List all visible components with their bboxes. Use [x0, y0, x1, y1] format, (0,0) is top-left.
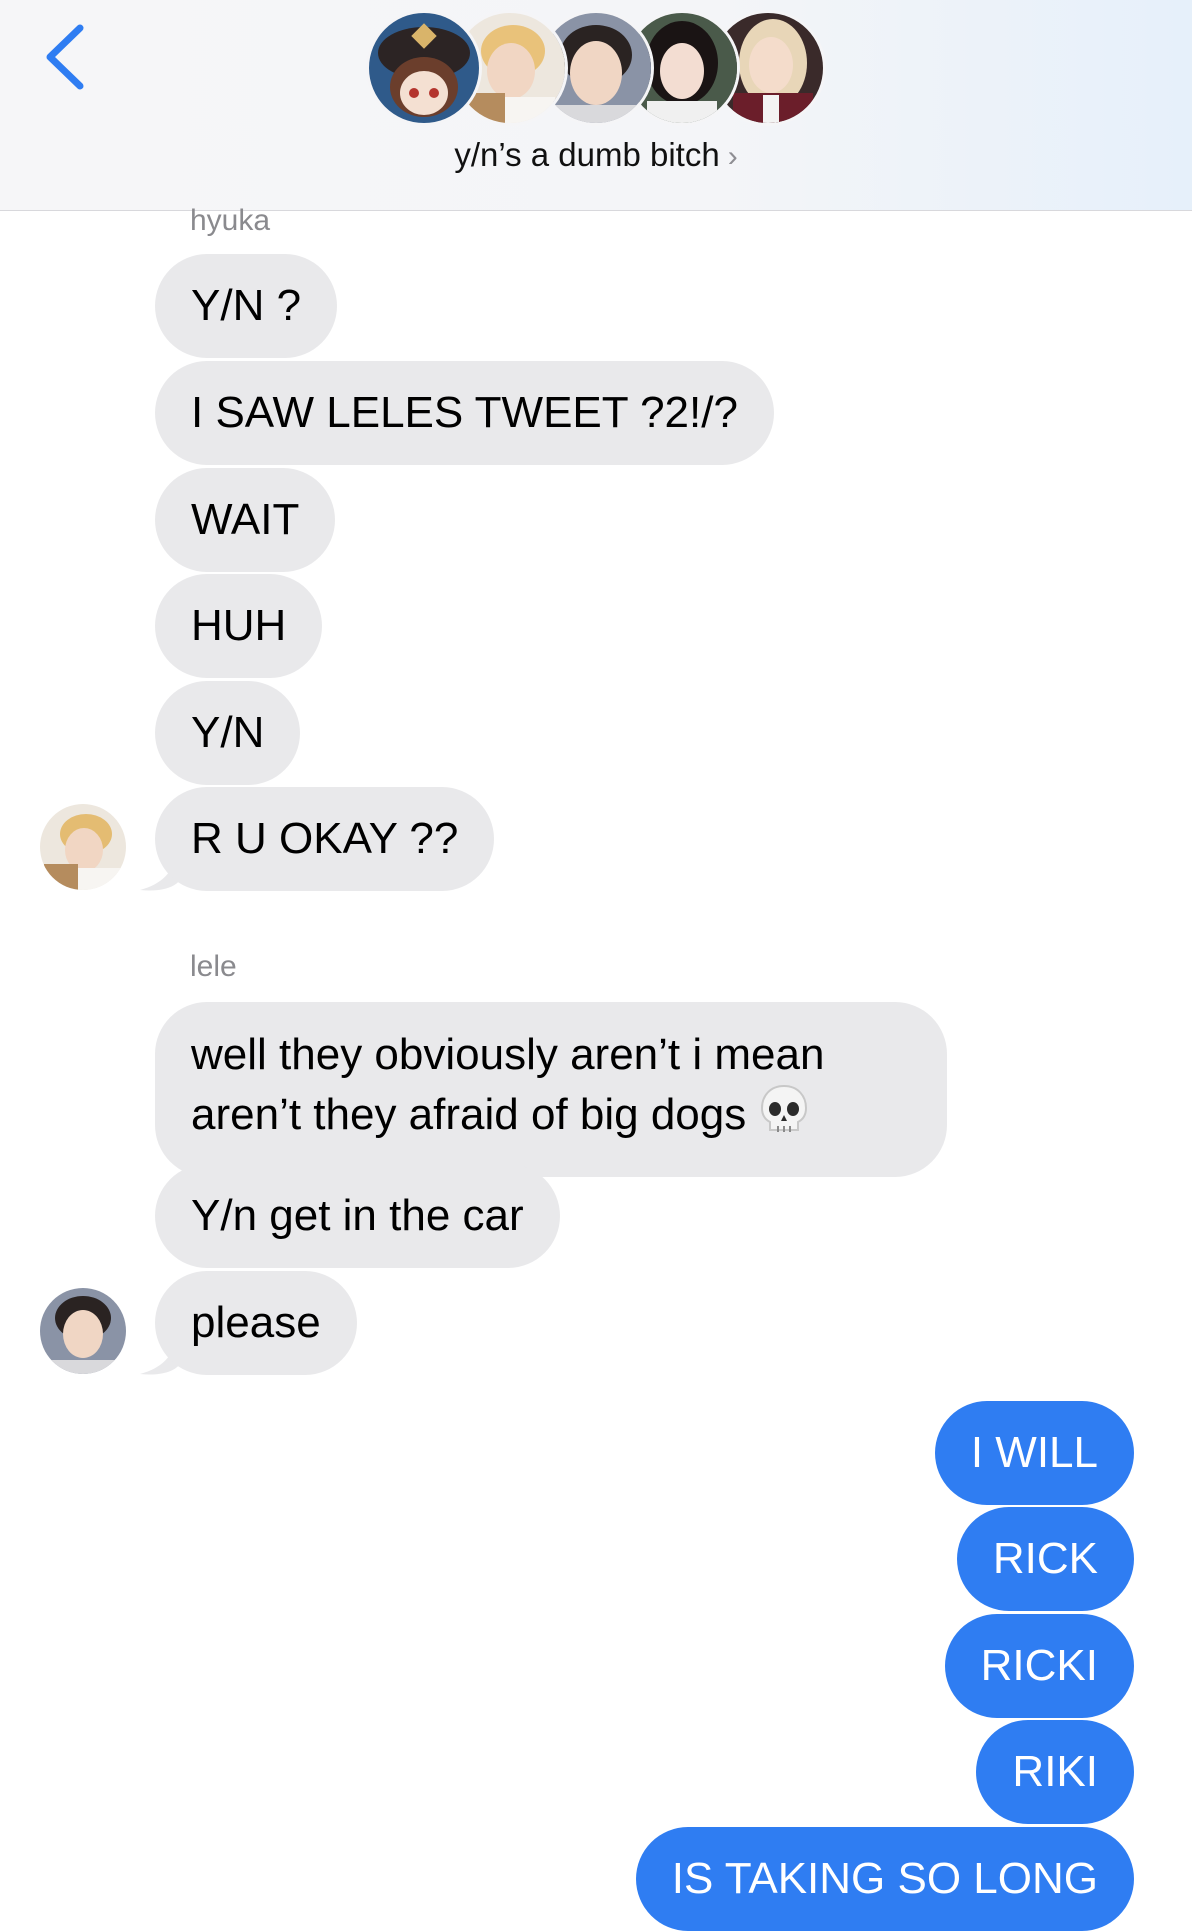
message-bubble[interactable]: HUH — [155, 574, 323, 678]
chevron-right-icon: › — [727, 140, 738, 173]
message-bubble[interactable]: I SAW LELES TWEET ?2!/? — [155, 361, 774, 465]
avatar-lele[interactable] — [40, 1288, 126, 1374]
message-bubble[interactable]: WAIT — [155, 468, 336, 572]
avatar-anime-hat — [366, 10, 482, 126]
message-bubble[interactable]: R U OKAY ?? — [155, 787, 495, 891]
avatar-hyuka[interactable] — [40, 804, 126, 890]
group-title-text: y/n’s a dumb bitch — [454, 136, 720, 173]
skull-emoji-icon — [760, 1084, 808, 1151]
outgoing-message-bubble[interactable]: RIKI — [976, 1720, 1134, 1824]
sender-name-hyuka: hyuka — [190, 204, 271, 237]
message-bubble[interactable]: please — [155, 1271, 357, 1375]
message-bubble[interactable]: Y/N ? — [155, 254, 338, 358]
conversation-header: y/n’s a dumb bitch › — [0, 0, 1192, 211]
group-title[interactable]: y/n’s a dumb bitch › — [0, 136, 1192, 174]
group-avatars[interactable] — [366, 10, 826, 128]
message-text: well they obviously aren’t i mean aren’t… — [191, 1030, 825, 1140]
outgoing-message-bubble[interactable]: RICK — [956, 1507, 1134, 1611]
message-bubble[interactable]: well they obviously aren’t i mean aren’t… — [155, 1002, 947, 1177]
message-bubble[interactable]: Y/n get in the car — [155, 1164, 560, 1268]
chevron-left-icon — [46, 24, 84, 90]
outgoing-message-bubble[interactable]: RICKI — [944, 1614, 1134, 1718]
sender-name-lele: lele — [190, 950, 237, 983]
back-button[interactable] — [40, 22, 88, 92]
outgoing-message-bubble[interactable]: I WILL — [934, 1401, 1134, 1505]
message-bubble[interactable]: Y/N — [155, 681, 301, 785]
outgoing-message-bubble[interactable]: IS TAKING SO LONG — [635, 1827, 1134, 1931]
